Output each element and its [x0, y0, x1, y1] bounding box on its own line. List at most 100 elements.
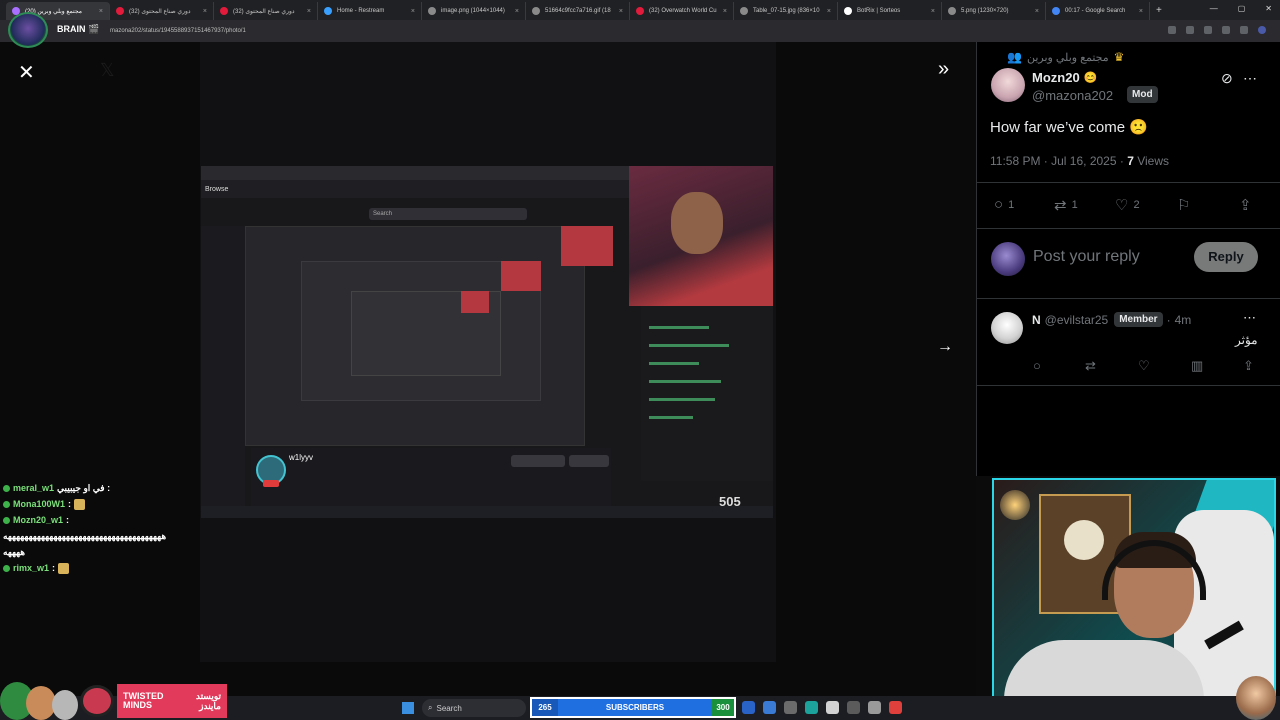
app-icon[interactable]: [826, 701, 839, 714]
comment-repost-icon[interactable]: ⇄: [1085, 358, 1096, 374]
browser-tab[interactable]: Home - Restream ×: [318, 2, 422, 20]
chat-username: Mona100W1: [13, 499, 66, 509]
chat-message: meral_w1 في او جيبيبي :: [0, 480, 200, 496]
grok-icon[interactable]: ⊘: [1221, 70, 1233, 87]
maximize-icon[interactable]: ▢: [1238, 4, 1246, 13]
extension-icon[interactable]: [1168, 26, 1176, 34]
app-icon[interactable]: [889, 701, 902, 714]
url-field[interactable]: mazona202/status/1945588937151467937/pho…: [110, 28, 246, 34]
close-tab-icon[interactable]: ×: [827, 8, 831, 15]
comment-views-icon[interactable]: ▥: [1191, 358, 1203, 374]
close-tab-icon[interactable]: ×: [1035, 8, 1039, 15]
post-photo[interactable]: Browse Search w1lyyv 505: [201, 166, 773, 518]
repost-icon: ⇄: [1054, 197, 1067, 214]
divider: [977, 385, 1280, 386]
chat-username: rimx_w1: [13, 563, 50, 573]
close-tab-icon[interactable]: ×: [411, 8, 415, 15]
minimize-icon[interactable]: —: [1210, 4, 1218, 13]
comment-handle[interactable]: @evilstar25: [1045, 313, 1109, 327]
reply-stat[interactable]: ○ 1: [994, 196, 1014, 213]
browser-tab[interactable]: BotRix | Sorteos ×: [838, 2, 942, 20]
close-window-icon[interactable]: ✕: [1265, 4, 1272, 13]
emoji-icon: 😊: [1083, 72, 1098, 84]
comment-share-icon[interactable]: ⇪: [1243, 358, 1254, 374]
browser-tab[interactable]: (32) دوري صناع المحتوى ×: [110, 2, 214, 20]
app-icon[interactable]: [847, 701, 860, 714]
close-tab-icon[interactable]: ×: [1139, 8, 1143, 15]
taskbar-search[interactable]: ⌕ Search: [422, 699, 526, 717]
close-tab-icon[interactable]: ×: [723, 8, 727, 15]
author-handle[interactable]: @mazona202: [1032, 88, 1113, 103]
browser-tab[interactable]: 51664c9fcc7a716.gif (18 ×: [526, 2, 630, 20]
comment-more-icon[interactable]: ⋯: [1243, 310, 1256, 326]
app-icon[interactable]: [805, 701, 818, 714]
comment-avatar[interactable]: [991, 312, 1023, 344]
browser-tab-label: 00:17 - Google Search: [1065, 8, 1126, 14]
app-icon[interactable]: [742, 701, 755, 714]
browser-tab[interactable]: (32) دوري صناع المحتوى ×: [214, 2, 318, 20]
comment-header: N @evilstar25 Member · 4m: [1032, 312, 1191, 327]
browser-tab-label: image.png (1044×1044): [441, 8, 505, 14]
windows-start-icon[interactable]: [402, 702, 414, 714]
repost-stat[interactable]: ⇄ 1: [1054, 196, 1078, 214]
avatar[interactable]: [991, 68, 1025, 102]
favicon-icon: [324, 7, 332, 15]
browser-tab-label: BotRix | Sorteos: [857, 8, 901, 14]
bookmark-icon: ⚐: [1177, 197, 1191, 214]
reply-button[interactable]: Reply: [1194, 242, 1258, 272]
taskbar-search-label: Search: [436, 703, 462, 713]
author-name[interactable]: Mozn20 😊: [1032, 70, 1097, 85]
comment-author-name[interactable]: N: [1032, 313, 1041, 327]
browser-tab-label: Table_07-15.jpg (836×10: [753, 8, 820, 14]
extension-icon[interactable]: [1204, 26, 1212, 34]
extension-icons: [1168, 26, 1266, 34]
post-views-count: 7: [1127, 154, 1134, 168]
browser-tab-label: (32) Overwatch World Cu: [649, 8, 717, 14]
browser-tab[interactable]: Table_07-15.jpg (836×10 ×: [734, 2, 838, 20]
close-tab-icon[interactable]: ×: [99, 8, 103, 15]
browser-tab-label: (32) دوري صناع المحتوى: [233, 8, 295, 15]
close-tab-icon[interactable]: ×: [515, 8, 519, 15]
subscriber-label: SUBSCRIBERS: [605, 703, 665, 712]
brand-name-ar: تويستد مايندز: [195, 691, 221, 711]
photo-chat-line: [649, 380, 721, 383]
comment-reply-icon[interactable]: ○: [1033, 358, 1041, 373]
close-tab-icon[interactable]: ×: [307, 8, 311, 15]
chat-username: meral_w1: [13, 483, 55, 493]
close-icon[interactable]: ✕: [18, 60, 35, 85]
extension-icon[interactable]: [1186, 26, 1194, 34]
divider: [977, 182, 1280, 183]
chat-text: ههههه: [3, 546, 26, 557]
browser-tab[interactable]: image.png (1044×1044) ×: [422, 2, 526, 20]
next-arrow-icon[interactable]: →: [937, 338, 953, 356]
like-stat[interactable]: ♡ 2: [1115, 196, 1140, 214]
browser-tab[interactable]: (32) Overwatch World Cu ×: [630, 2, 734, 20]
app-icon[interactable]: [784, 701, 797, 714]
reply-input[interactable]: Post your reply: [1033, 248, 1140, 266]
favicon-icon: [116, 7, 124, 15]
share-button[interactable]: ⇪: [1239, 196, 1252, 214]
favicon-icon: [532, 7, 540, 15]
new-tab-icon[interactable]: +: [1156, 5, 1162, 16]
browser-tab[interactable]: 5.png (1230×720) ×: [942, 2, 1046, 20]
bookmark-button[interactable]: ⚐: [1177, 196, 1190, 214]
close-tab-icon[interactable]: ×: [203, 8, 207, 15]
x-logo-icon: 𝕏: [100, 60, 115, 80]
stream-label: BRAIN 🎬: [57, 24, 100, 34]
extension-icon[interactable]: [1222, 26, 1230, 34]
photo-chat-line: [649, 398, 715, 401]
close-tab-icon[interactable]: ×: [619, 8, 623, 15]
app-icon[interactable]: [763, 701, 776, 714]
photo-sidebar: [201, 226, 245, 506]
profile-icon[interactable]: [1258, 26, 1266, 34]
community-row[interactable]: 👥 مجتمع وبلي وبرين ♛: [1007, 50, 1124, 64]
app-icon[interactable]: [868, 701, 881, 714]
comment-heart-icon[interactable]: ♡: [1138, 358, 1150, 374]
badge-icon: [3, 484, 10, 492]
close-tab-icon[interactable]: ×: [931, 8, 935, 15]
brand-banner: TWISTED MINDS تويستد مايندز: [117, 684, 227, 718]
collapse-panel-icon[interactable]: »: [938, 58, 949, 81]
more-icon[interactable]: ⋯: [1243, 70, 1257, 87]
extension-icon[interactable]: [1240, 26, 1248, 34]
browser-tab[interactable]: 00:17 - Google Search ×: [1046, 2, 1150, 20]
